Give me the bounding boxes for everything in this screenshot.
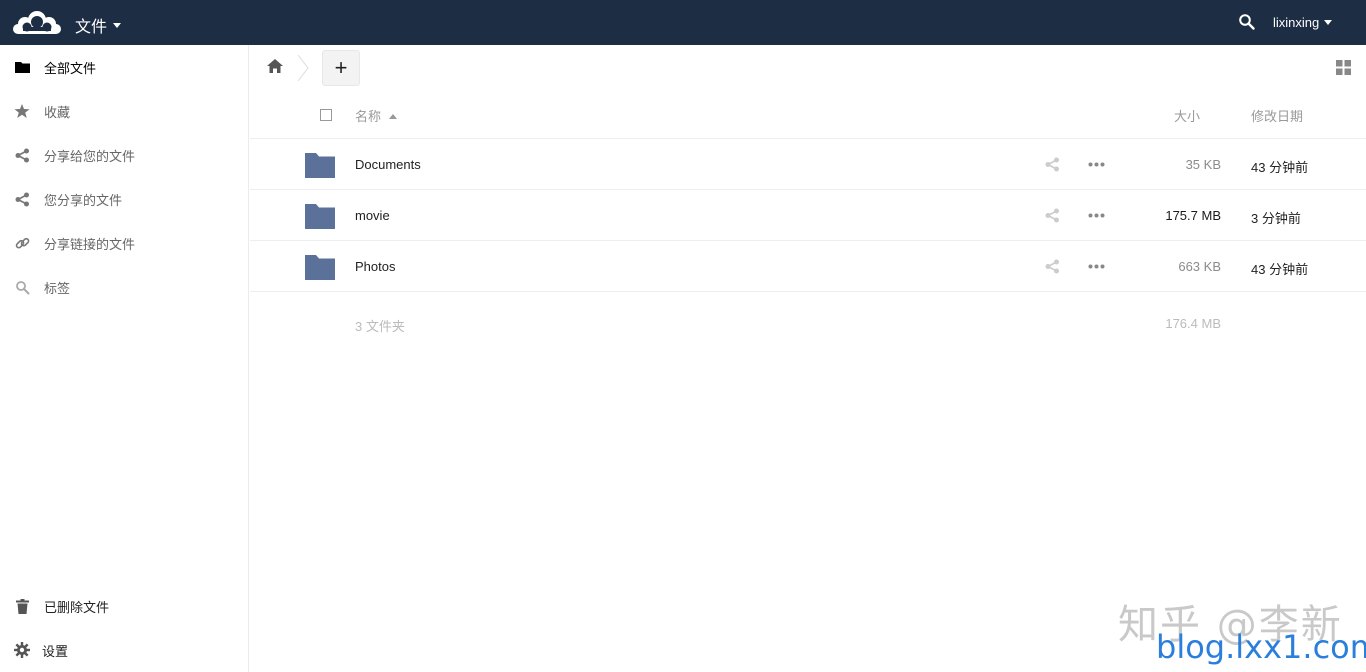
table-header: 名称 大小 修改日期 [250, 89, 1366, 139]
file-modified: 43 分钟前 [1251, 262, 1309, 277]
folder-icon [305, 204, 335, 229]
table-row[interactable]: Documents 35 KB 43 分钟前 [250, 139, 1366, 190]
share-icon[interactable] [1045, 157, 1060, 172]
file-modified: 43 分钟前 [1251, 160, 1309, 175]
grid-view-icon[interactable] [1336, 60, 1351, 75]
sidebar-item-label: 分享链接的文件 [44, 236, 136, 252]
summary-count: 3 文件夹 [355, 319, 405, 334]
file-name[interactable]: Photos [355, 259, 395, 274]
sort-by-name-button[interactable]: 名称 [355, 106, 398, 125]
chevron-down-icon [113, 22, 122, 28]
file-size: 35 KB [1185, 157, 1221, 172]
gear-icon [14, 642, 30, 658]
search-icon [14, 279, 30, 295]
share-icon [14, 147, 30, 163]
column-header-modified[interactable]: 修改日期 [1251, 106, 1303, 125]
app-title: 文件 [75, 19, 108, 36]
file-name[interactable]: movie [355, 208, 390, 223]
link-icon [14, 235, 30, 251]
owncloud-logo-icon[interactable] [11, 8, 63, 36]
share-icon[interactable] [1045, 259, 1060, 274]
folder-icon [305, 153, 335, 178]
trash-icon [14, 598, 30, 614]
sidebar-item-shared-with-you[interactable]: 分享给您的文件 [0, 133, 248, 177]
folder-icon [14, 59, 30, 75]
share-icon[interactable] [1045, 208, 1060, 223]
controls-bar: + [250, 45, 1366, 89]
sidebar-item-label: 收藏 [44, 104, 71, 120]
home-icon[interactable] [266, 58, 284, 74]
sidebar-item-label: 设置 [42, 643, 69, 659]
breadcrumb-separator-icon [297, 55, 309, 81]
chevron-down-icon [1324, 20, 1333, 25]
sidebar-item-settings[interactable]: 设置 [0, 628, 248, 672]
table-summary: 3 文件夹 176.4 MB [250, 292, 1366, 352]
sidebar-item-shared-by-you[interactable]: 您分享的文件 [0, 177, 248, 221]
sidebar: 全部文件 收藏 分享给您的文件 您分享的文件 分享链接的文件 标签 已删除文件 … [0, 45, 249, 672]
sidebar-item-favorites[interactable]: 收藏 [0, 89, 248, 133]
sidebar-item-label: 全部文件 [44, 60, 97, 76]
sort-ascending-icon [389, 114, 398, 119]
more-options-icon[interactable] [1088, 259, 1105, 274]
column-header-size[interactable]: 大小 [1174, 106, 1200, 125]
top-header: 文件 lixinxing [0, 0, 1366, 45]
file-name[interactable]: Documents [355, 157, 421, 172]
file-modified: 3 分钟前 [1251, 211, 1301, 226]
sidebar-item-all-files[interactable]: 全部文件 [0, 45, 248, 89]
watermark-url: blog.lxx1.com [1156, 628, 1366, 666]
summary-size: 176.4 MB [1165, 316, 1221, 331]
file-size: 175.7 MB [1165, 208, 1221, 223]
new-button[interactable]: + [322, 50, 360, 86]
column-header-name: 名称 [355, 109, 382, 124]
more-options-icon[interactable] [1088, 208, 1105, 223]
sidebar-item-tags[interactable]: 标签 [0, 265, 248, 309]
file-size: 663 KB [1178, 259, 1221, 274]
sidebar-item-label: 分享给您的文件 [44, 148, 136, 164]
sidebar-item-label: 标签 [44, 280, 71, 296]
user-name: lixinxing [1273, 15, 1320, 30]
file-table: 名称 大小 修改日期 Documents 35 KB 43 分钟前 movie … [250, 89, 1366, 352]
user-menu[interactable]: lixinxing [1273, 15, 1333, 30]
share-icon [14, 191, 30, 207]
app-menu-button[interactable]: 文件 [75, 13, 122, 37]
sidebar-item-deleted-files[interactable]: 已删除文件 [0, 584, 248, 628]
more-options-icon[interactable] [1088, 157, 1105, 172]
table-row[interactable]: movie 175.7 MB 3 分钟前 [250, 190, 1366, 241]
sidebar-item-label: 已删除文件 [44, 599, 110, 615]
folder-icon [305, 255, 335, 280]
star-icon [14, 103, 30, 119]
file-list: Documents 35 KB 43 分钟前 movie 175.7 MB 3 … [250, 139, 1366, 292]
select-all-checkbox[interactable] [320, 109, 332, 121]
sidebar-item-shared-by-link[interactable]: 分享链接的文件 [0, 221, 248, 265]
search-icon[interactable] [1238, 13, 1256, 31]
table-row[interactable]: Photos 663 KB 43 分钟前 [250, 241, 1366, 292]
sidebar-item-label: 您分享的文件 [44, 192, 123, 208]
